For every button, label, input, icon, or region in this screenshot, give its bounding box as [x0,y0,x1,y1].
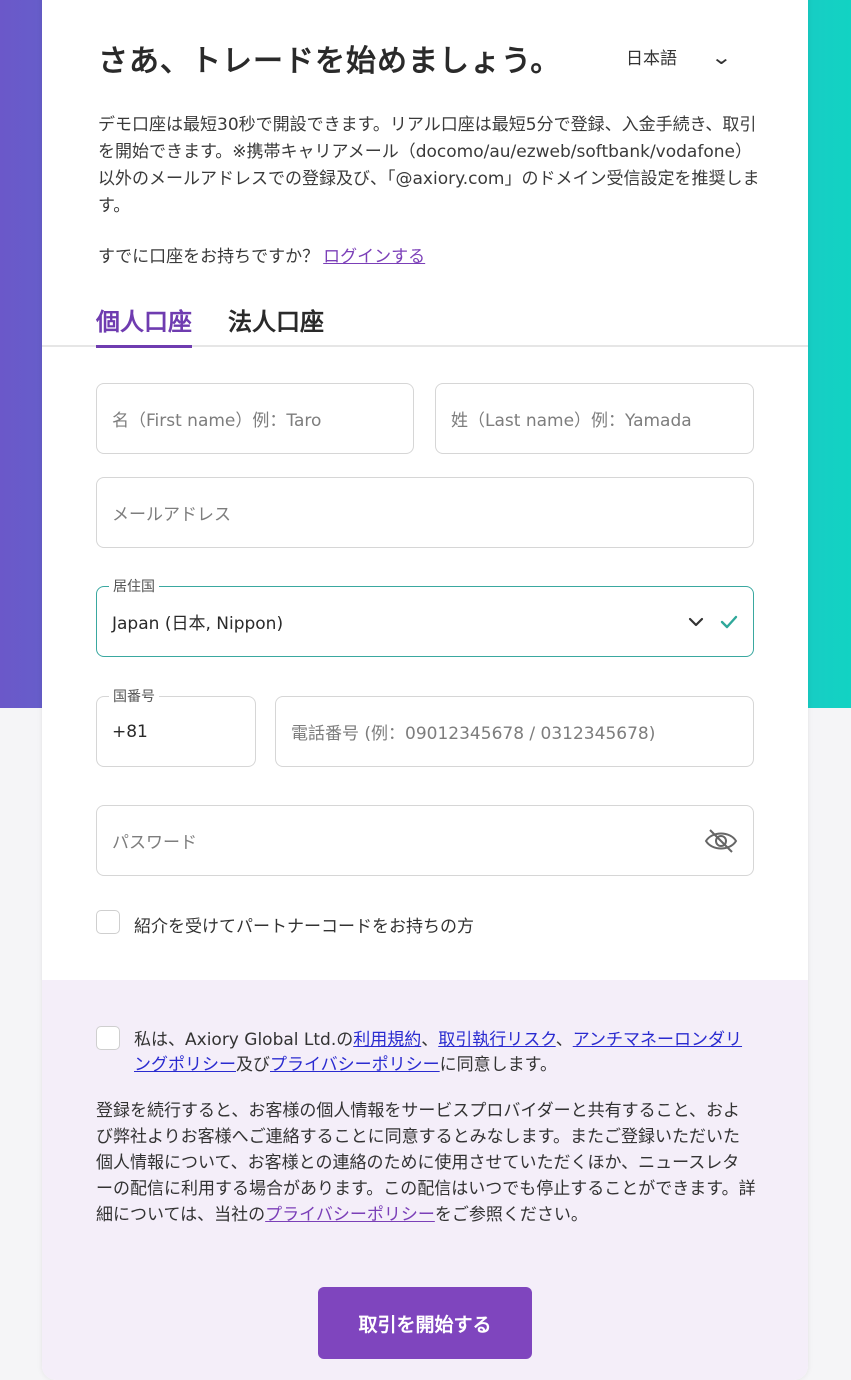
last-name-field[interactable]: 姓（Last name）例：Yamada [435,383,754,454]
notice-privacy-link[interactable]: プライバシーポリシー [265,1205,435,1225]
login-link[interactable]: ログインする [323,247,425,267]
start-trading-button[interactable]: 取引を開始する [318,1287,532,1359]
privacy-policy-link[interactable]: プライバシーポリシー [270,1055,440,1075]
chevron-down-icon [688,617,704,626]
terms-link[interactable]: 利用規約 [353,1030,421,1050]
country-code-value: +81 [112,721,148,742]
consent-section: 私は、Axiory Global Ltd.の利用規約、取引執行リスク、アンチマネ… [42,980,808,1380]
agree-suffix: に同意します。 [439,1055,557,1075]
intro-text: デモ口座は最短30秒で開設できます。リアル口座は最短5分で登録、入金手続き、取引… [98,115,760,216]
first-name-placeholder: 名（First name）例：Taro [112,411,322,431]
page-title: さあ、トレードを始めましょう。 [98,44,562,79]
phone-placeholder: 電話番号 (例：09012345678 / 0312345678) [291,724,656,744]
agree-sep-1: 、 [421,1030,439,1050]
language-selector[interactable]: 日本語 ⌄ [626,44,733,70]
country-value: Japan (日本, Nippon) [112,614,284,634]
signup-card: さあ、トレードを始めましょう。 日本語 ⌄ デモ口座は最短30秒で開設できます。… [42,0,808,1380]
agree-prefix: 私は、Axiory Global Ltd.の [134,1030,354,1050]
notice-suffix: をご参照ください。 [434,1205,588,1225]
agree-text: 私は、Axiory Global Ltd.の利用規約、取引執行リスク、アンチマネ… [134,1028,754,1078]
tab-corporate[interactable]: 法人口座 [228,302,324,345]
country-code-label: 国番号 [109,686,159,706]
agree-checkbox[interactable] [96,1026,120,1050]
execution-risk-link[interactable]: 取引執行リスク [438,1030,555,1050]
email-field[interactable]: メールアドレス [96,477,754,548]
agree-and: 及び [236,1055,270,1075]
password-field[interactable]: パスワード [96,805,754,876]
country-label: 居住国 [109,576,159,596]
login-prompt: すでに口座をお持ちですか？ ログインする [98,242,425,267]
eye-off-icon[interactable] [704,828,738,854]
tab-individual[interactable]: 個人口座 [96,302,192,348]
chevron-down-icon: ⌄ [710,44,733,69]
account-type-tabs: 個人口座 法人口座 [42,300,808,348]
partner-code-checkbox[interactable] [96,910,120,934]
phone-field[interactable]: 電話番号 (例：09012345678 / 0312345678) [275,696,754,767]
password-placeholder: パスワード [112,833,197,853]
partner-code-label: 紹介を受けてパートナーコードをお持ちの方 [134,917,474,937]
check-icon [720,615,738,628]
first-name-field[interactable]: 名（First name）例：Taro [96,383,414,454]
language-label: 日本語 [626,49,677,69]
country-code-field[interactable]: 国番号 +81 [96,686,256,767]
agree-sep-2: 、 [555,1030,573,1050]
last-name-placeholder: 姓（Last name）例：Yamada [451,411,692,431]
country-select[interactable]: 居住国 Japan (日本, Nippon) [96,576,754,657]
login-prompt-text: すでに口座をお持ちですか？ [98,247,320,267]
data-sharing-notice: 登録を続行すると、お客様の個人情報をサービスプロバイダーと共有すること、および弊… [96,1098,756,1228]
email-placeholder: メールアドレス [112,505,231,525]
